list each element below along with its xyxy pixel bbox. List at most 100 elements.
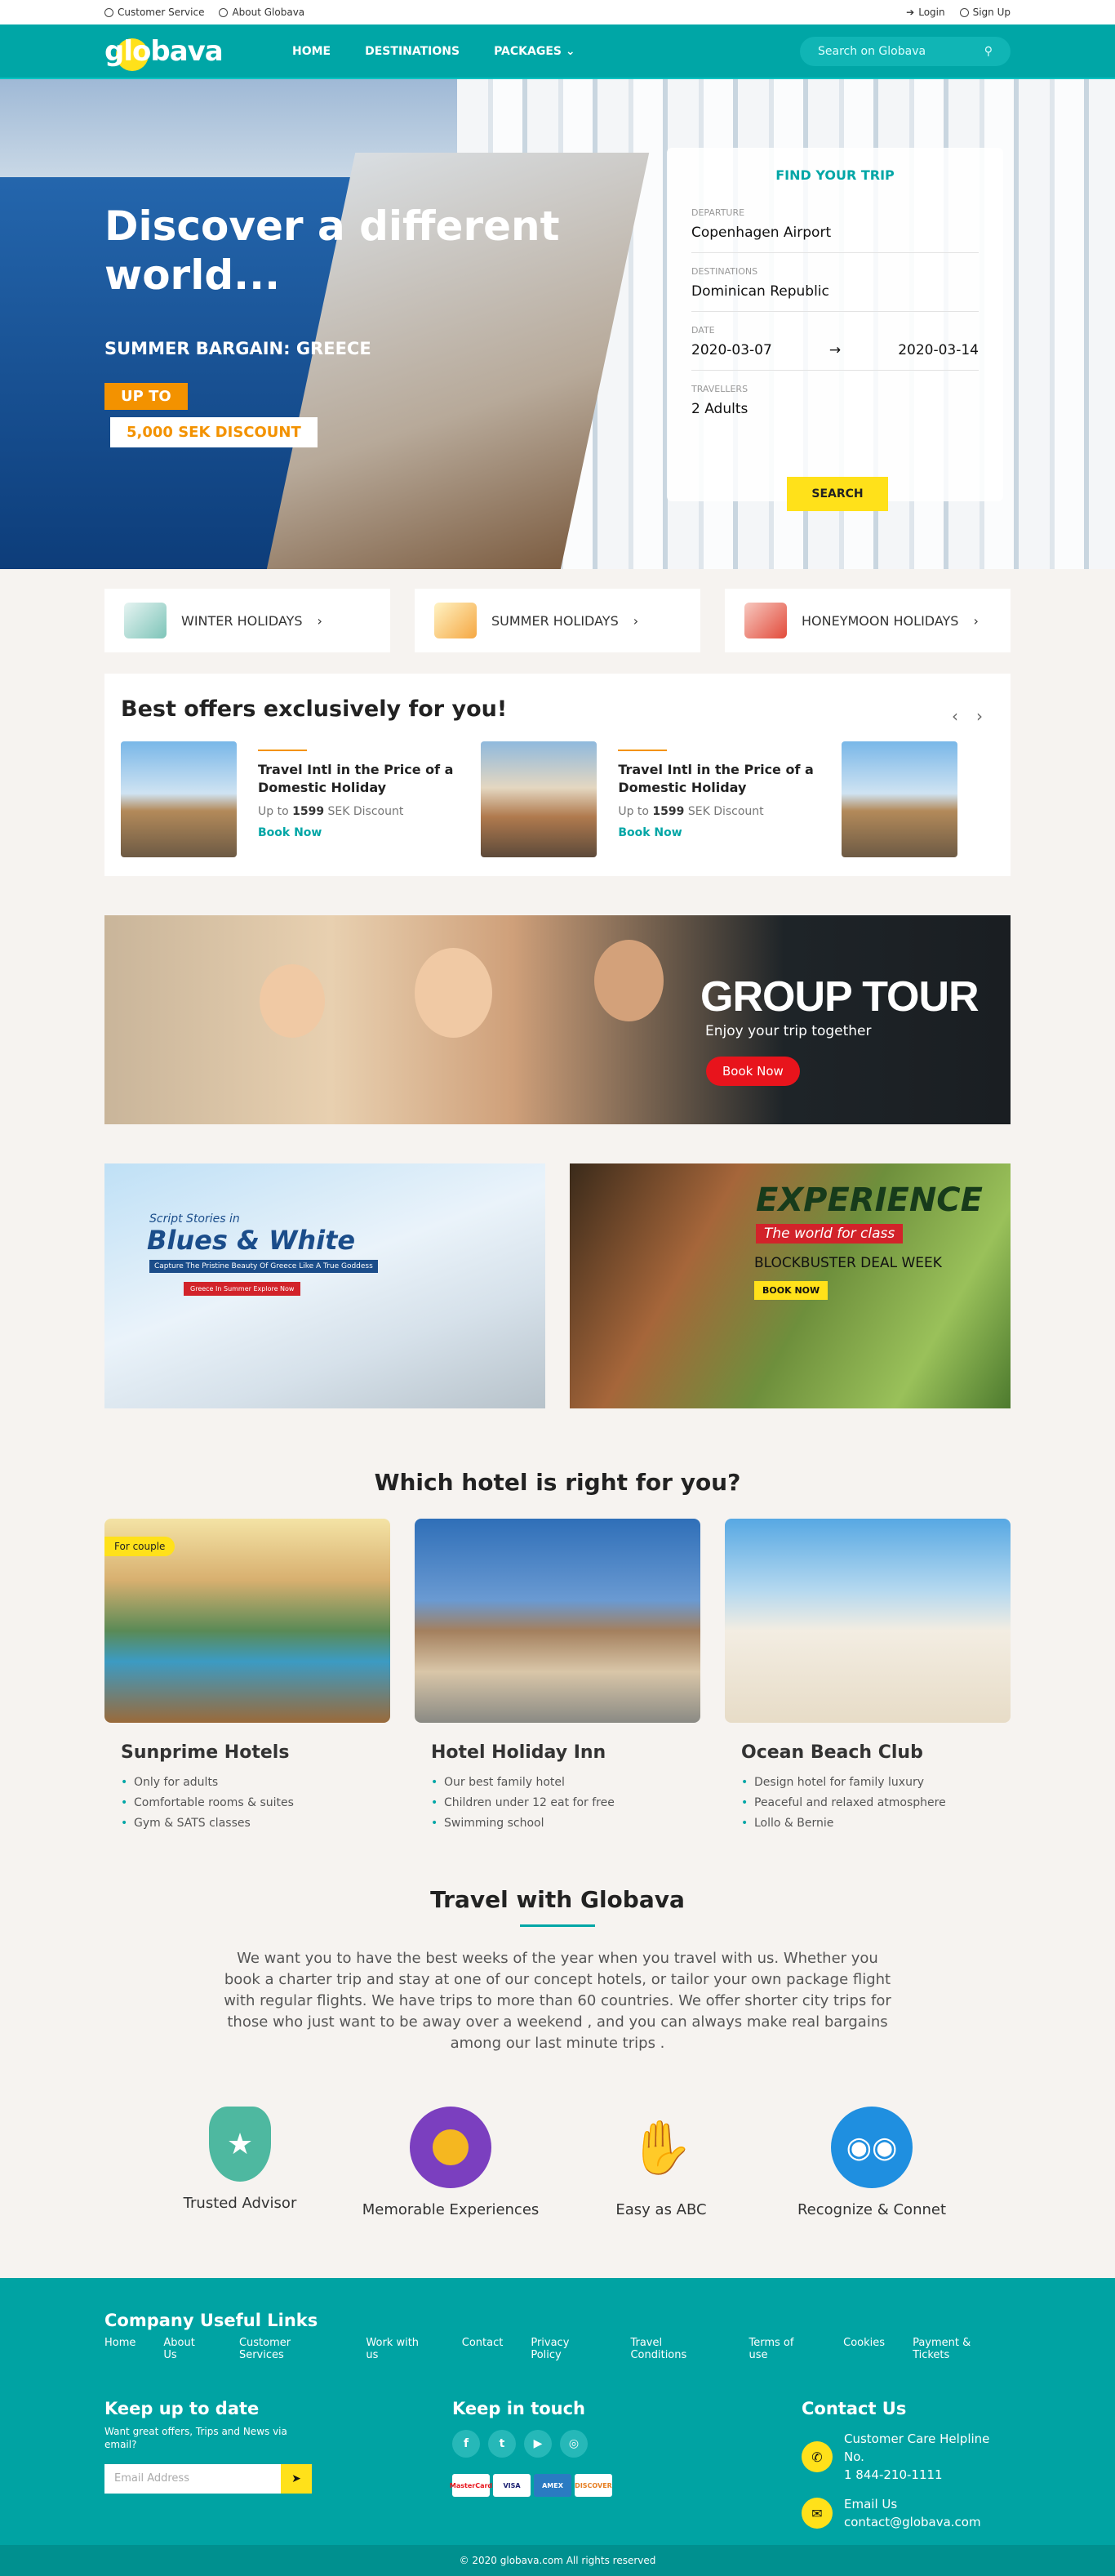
footer-links: Home About Us Customer Services Work wit…	[104, 2337, 1011, 2361]
footer-links-title: Company Useful Links	[104, 2311, 318, 2330]
feature-easy: ✋ Easy as ABC	[571, 2107, 751, 2219]
footer: Company Useful Links Home About Us Custo…	[0, 2278, 1115, 2545]
instagram-icon[interactable]: ◎	[560, 2430, 588, 2458]
menu: HOME DESTINATIONS PACKAGES ⌄	[292, 45, 575, 58]
signup-link[interactable]: Sign Up	[959, 7, 1011, 18]
travellers-label: TRAVELLERS	[691, 384, 749, 394]
destination-field[interactable]: Dominican Republic	[691, 277, 979, 312]
social-title: Keep in touch	[452, 2399, 586, 2418]
hero-heading: Discover a different world...	[104, 202, 560, 299]
logo[interactable]: globava	[104, 35, 292, 71]
skier-icon	[124, 603, 167, 638]
date-label: DATE	[691, 325, 715, 336]
group-tour-book-button[interactable]: Book Now	[706, 1057, 800, 1086]
offer-card[interactable]: Travel Intl in the Price of a Domestic H…	[481, 741, 821, 857]
hotel-features: Only for adults Comfortable rooms & suit…	[121, 1773, 374, 1834]
promo-experience-book-button[interactable]: BOOK NOW	[754, 1281, 828, 1300]
offer-image	[841, 741, 957, 857]
newsletter-form: Email Address ➤	[104, 2464, 312, 2494]
about-link[interactable]: About Globava	[219, 7, 304, 18]
promo-greece-line1: Script Stories in	[149, 1212, 240, 1226]
login-link[interactable]: ➔ Login	[906, 7, 944, 18]
hotel-feature: Gym & SATS classes	[121, 1813, 374, 1834]
find-trip-title: FIND YOUR TRIP	[775, 167, 895, 183]
nav-destinations[interactable]: DESTINATIONS	[365, 45, 460, 58]
category-honeymoon[interactable]: HONEYMOON HOLIDAYS ›	[725, 589, 1011, 652]
search-input[interactable]: Search on Globava ⚲	[800, 36, 1011, 66]
offer-book-now[interactable]: Book Now	[618, 826, 821, 839]
footer-columns: Keep up to date Want great offers, Trips…	[104, 2399, 1011, 2531]
hero-bargain: SUMMER BARGAIN: GREECE	[104, 339, 371, 358]
footer-link[interactable]: Customer Services	[239, 2337, 338, 2361]
nav-packages[interactable]: PACKAGES ⌄	[494, 45, 575, 58]
hotel-feature: Design hotel for family luxury	[741, 1773, 994, 1793]
hotel-name: Ocean Beach Club	[741, 1742, 923, 1763]
chevron-right-icon: ›	[633, 612, 639, 629]
banner-person	[415, 948, 492, 1038]
footer-link[interactable]: Home	[104, 2337, 135, 2361]
group-tour-banner[interactable]: GROUP TOUR Enjoy your trip together Book…	[104, 915, 1011, 1124]
facebook-icon[interactable]: f	[452, 2430, 480, 2458]
footer-link[interactable]: Privacy Policy	[531, 2337, 602, 2361]
footer-link[interactable]: Terms of use	[749, 2337, 815, 2361]
travel-title: Travel with Globava	[430, 1886, 685, 1913]
promo-greece-cta[interactable]: Greece In Summer Explore Now	[184, 1282, 301, 1296]
top-bar: Customer Service About Globava ➔ Login Si…	[0, 0, 1115, 24]
offer-book-now[interactable]: Book Now	[258, 826, 461, 839]
email-field[interactable]: Email Address	[104, 2464, 281, 2494]
offer-card[interactable]: Travel Intl in the Price of a Domestic H…	[121, 741, 461, 857]
offers-list: Travel Intl in the Price of a Domestic H…	[121, 741, 1011, 857]
footer-link[interactable]: Contact	[462, 2337, 504, 2361]
hotel-image	[415, 1519, 700, 1723]
search-icon[interactable]: ⚲	[984, 45, 993, 58]
departure-field[interactable]: Copenhagen Airport	[691, 218, 979, 253]
promo-greece-caption: Capture The Pristine Beauty Of Greece Li…	[149, 1260, 378, 1273]
hotel-feature: Swimming school	[431, 1813, 684, 1834]
payment-cards: MasterCard VISA AMEX DISCOVER	[450, 2474, 612, 2497]
promo-experience[interactable]: EXPERIENCE The world for class BLOCKBUST…	[570, 1163, 1011, 1408]
hero: Discover a different world... SUMMER BAR…	[0, 79, 1115, 569]
offer-card[interactable]	[841, 741, 1011, 857]
contact-email[interactable]: contact@globava.com	[844, 2513, 981, 2531]
hotel-tag: For couple	[104, 1537, 175, 1556]
category-winter[interactable]: WINTER HOLIDAYS ›	[104, 589, 390, 652]
phone-icon: ✆	[802, 2441, 833, 2472]
features: ★ Trusted Advisor Memorable Experiences …	[104, 2107, 1011, 2218]
search-button[interactable]: SEARCH	[787, 477, 888, 511]
footer-link[interactable]: About Us	[163, 2337, 211, 2361]
helpline-number[interactable]: 1 844-210-1111	[844, 2466, 1011, 2484]
footer-link[interactable]: Cookies	[843, 2337, 885, 2361]
group-tour-title: GROUP TOUR	[700, 973, 980, 1021]
feature-trusted-advisor: ★ Trusted Advisor	[150, 2107, 330, 2218]
chevron-right-icon[interactable]: ›	[976, 706, 983, 726]
hotel-card[interactable]: Hotel Holiday Inn Our best family hotel …	[415, 1519, 700, 1834]
footer-link[interactable]: Travel Conditions	[630, 2337, 721, 2361]
promo-greece[interactable]: Script Stories in Blues & White Capture …	[104, 1163, 545, 1408]
promo-experience-tagline: The world for class	[756, 1224, 904, 1244]
hotel-image	[725, 1519, 1011, 1723]
date-from[interactable]: 2020-03-07	[691, 342, 772, 358]
offer-discount: Up to 1599 SEK Discount	[618, 805, 764, 818]
hotel-card[interactable]: Ocean Beach Club Design hotel for family…	[725, 1519, 1011, 1834]
nav-home[interactable]: HOME	[292, 45, 331, 58]
youtube-icon[interactable]: ▶	[524, 2430, 552, 2458]
visa-icon: VISA	[493, 2474, 531, 2497]
carousel-arrows: ‹ ›	[952, 706, 983, 726]
category-summer[interactable]: SUMMER HOLIDAYS ›	[415, 589, 700, 652]
date-to[interactable]: 2020-03-14	[898, 342, 979, 358]
travel-description: We want you to have the best weeks of th…	[224, 1950, 891, 2052]
offer-title: Travel Intl in the Price of a Domestic H…	[618, 762, 814, 795]
chevron-left-icon[interactable]: ‹	[952, 706, 958, 726]
hotel-card[interactable]: For couple Sunprime Hotels Only for adul…	[104, 1519, 390, 1834]
customer-service-link[interactable]: Customer Service	[104, 7, 204, 18]
footer-link[interactable]: Work with us	[366, 2337, 433, 2361]
info-icon	[219, 7, 229, 17]
hotel-feature: Peaceful and relaxed atmosphere	[741, 1793, 994, 1813]
date-field[interactable]: 2020-03-07 → 2020-03-14	[691, 336, 979, 371]
twitter-icon[interactable]: t	[488, 2430, 516, 2458]
travellers-field[interactable]: 2 Adults	[691, 394, 979, 429]
social: Keep in touch f t ▶ ◎ MasterCard VISA AM…	[450, 2399, 612, 2531]
send-icon[interactable]: ➤	[281, 2464, 312, 2494]
help-icon	[104, 7, 113, 17]
footer-link[interactable]: Payment & Tickets	[913, 2337, 1011, 2361]
